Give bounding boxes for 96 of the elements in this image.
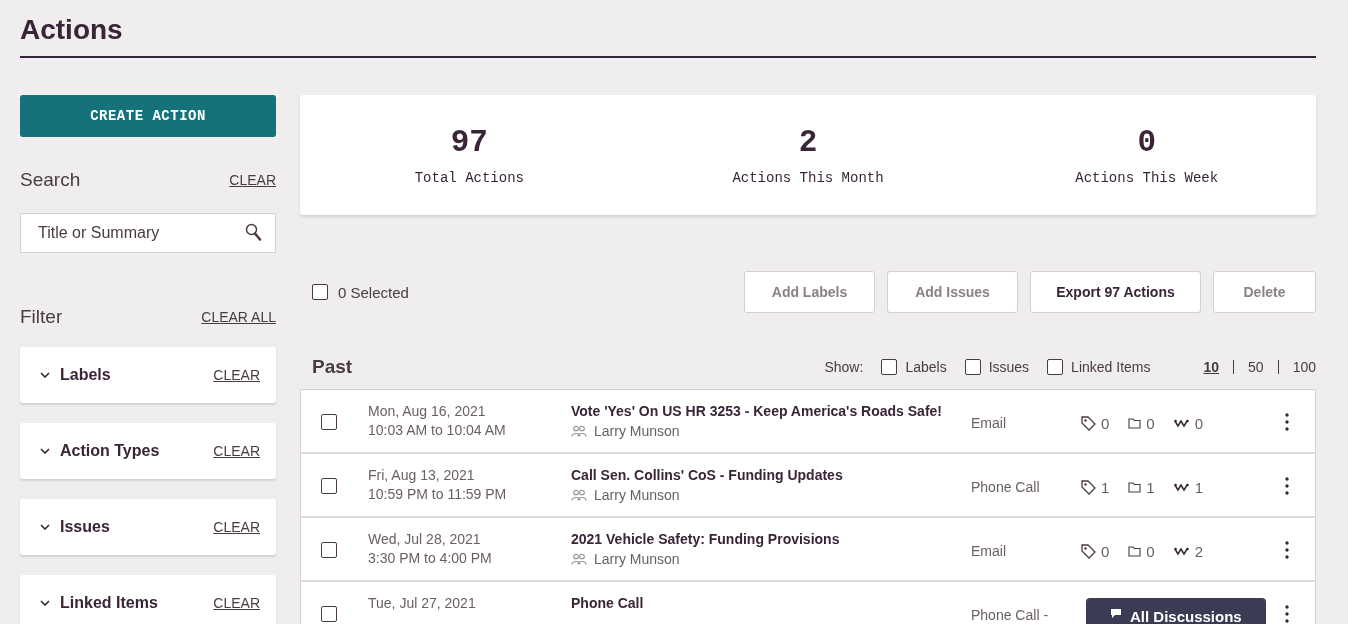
checkbox[interactable] xyxy=(321,542,337,558)
action-row[interactable]: Mon, Aug 16, 2021 10:03 AM to 10:04 AM Vote 'Yes' On US HR 3253 - Keep America's Roads Safe! Larry Munson Email 0 0 0 xyxy=(301,390,1315,454)
stat-value: 2 xyxy=(798,124,818,160)
filter-label: Labels xyxy=(60,366,112,384)
issue-count: 0 xyxy=(1146,543,1155,560)
checkbox[interactable] xyxy=(1047,359,1064,375)
action-date: Mon, Aug 16, 2021 xyxy=(368,403,487,419)
chevron-icon xyxy=(40,600,50,606)
action-type: Phone Call xyxy=(971,479,1041,495)
action-type: Email xyxy=(971,543,1007,559)
action-button[interactable]: Export 97 Actions xyxy=(1030,271,1201,313)
chevron-icon xyxy=(40,372,50,378)
page-title: Actions xyxy=(20,13,124,47)
action-title: Phone Call xyxy=(571,595,645,611)
all-discussions-button[interactable]: All Discussions xyxy=(1086,598,1266,624)
checkbox-label: Issues xyxy=(988,359,1030,375)
chat-icon xyxy=(1110,608,1122,619)
action-title: Call Sen. Collins' CoS - Funding Updates xyxy=(571,467,844,483)
tag-icon xyxy=(1081,416,1096,431)
filter-section[interactable]: Issues CLEAR xyxy=(20,499,276,555)
filter-label: Issues xyxy=(60,518,111,536)
more-options-icon[interactable] xyxy=(1285,605,1289,623)
owner-name: Larry Munson xyxy=(594,423,680,439)
stat-label: Actions This Week xyxy=(1075,169,1219,186)
action-date: Wed, Jul 28, 2021 xyxy=(368,531,482,547)
stat-label: Total Actions xyxy=(414,169,524,186)
action-title: 2021 Vehicle Safety: Funding Provisions xyxy=(571,531,841,547)
action-type: Email xyxy=(971,415,1007,431)
action-row[interactable]: Fri, Aug 13, 2021 10:59 PM to 11:59 PM Call Sen. Collins' CoS - Funding Updates Larry Munson Phone Call 1 1 1 xyxy=(301,454,1315,518)
filter-label: Linked Items xyxy=(60,594,159,612)
checkbox[interactable] xyxy=(321,606,337,622)
owner-name: Larry Munson xyxy=(594,551,680,567)
owner-name: Larry Munson xyxy=(594,487,680,503)
checkbox[interactable] xyxy=(321,414,337,430)
tag-icon xyxy=(1081,544,1096,559)
label-count: 0 xyxy=(1101,543,1110,560)
label-count: 0 xyxy=(1101,415,1110,432)
tag-icon xyxy=(1081,480,1096,495)
search-heading: Search xyxy=(20,169,81,191)
clear-link[interactable]: CLEAR xyxy=(213,443,260,459)
link-icon xyxy=(1173,418,1190,429)
checkbox[interactable] xyxy=(312,284,328,300)
folder-icon xyxy=(1128,482,1142,493)
link-icon xyxy=(1173,482,1190,493)
folder-icon xyxy=(1128,546,1142,557)
selected-count: 0 Selected xyxy=(338,283,409,301)
action-title: Vote 'Yes' On US HR 3253 - Keep America's Roads Safe! xyxy=(571,403,943,419)
action-time: 3:30 PM to 4:00 PM xyxy=(368,550,493,566)
people-icon xyxy=(571,489,587,501)
stat-value: 0 xyxy=(1137,124,1156,160)
action-date: Tue, Jul 27, 2021 xyxy=(368,595,477,611)
action-row[interactable]: Wed, Jul 28, 2021 3:30 PM to 4:00 PM 2021 Vehicle Safety: Funding Provisions Larry Munson Email 0 0 2 xyxy=(301,518,1315,582)
more-options-icon[interactable] xyxy=(1285,413,1289,431)
chevron-icon xyxy=(40,448,50,454)
show-label: Show: xyxy=(824,359,864,375)
action-date: Fri, Aug 13, 2021 xyxy=(368,467,476,483)
action-time: 10:59 PM to 11:59 PM xyxy=(368,486,508,502)
clear-all-link[interactable]: CLEAR ALL xyxy=(201,309,276,325)
stat-label: Actions This Month xyxy=(732,169,884,186)
filter-label: Action Types xyxy=(60,442,161,460)
more-options-icon[interactable] xyxy=(1285,541,1289,559)
search-field[interactable]: Title or Summary xyxy=(20,213,276,253)
link-count: 1 xyxy=(1194,479,1204,496)
people-icon xyxy=(571,553,587,565)
filter-heading: Filter xyxy=(20,306,63,328)
link-count: 2 xyxy=(1194,543,1204,560)
page-size-link[interactable]: 50 xyxy=(1248,359,1264,375)
label-count: 1 xyxy=(1101,479,1110,496)
page-size-link[interactable]: 10 xyxy=(1203,359,1220,375)
create-action-button[interactable]: CREATE ACTION xyxy=(20,95,276,137)
link-count: 0 xyxy=(1194,415,1204,432)
more-options-icon[interactable] xyxy=(1285,477,1289,495)
page-size-link[interactable]: 100 xyxy=(1292,359,1316,375)
chevron-icon xyxy=(40,524,50,530)
checkbox-label: Linked Items xyxy=(1071,359,1151,375)
clear-link[interactable]: CLEAR xyxy=(213,367,260,383)
filter-section[interactable]: Linked Items CLEAR xyxy=(20,575,276,624)
link-icon xyxy=(1173,546,1190,557)
checkbox[interactable] xyxy=(881,359,898,375)
filter-section[interactable]: Action Types CLEAR xyxy=(20,423,276,479)
filter-section[interactable]: Labels CLEAR xyxy=(20,347,276,403)
people-icon xyxy=(571,425,587,437)
stat-value: 97 xyxy=(450,124,488,160)
checkbox[interactable] xyxy=(321,478,337,494)
search-icon xyxy=(245,223,262,242)
issue-count: 1 xyxy=(1146,479,1155,496)
action-type: Phone Call - xyxy=(971,607,1050,623)
clear-link[interactable]: CLEAR xyxy=(213,519,260,535)
clear-link[interactable]: CLEAR xyxy=(229,172,276,188)
issue-count: 0 xyxy=(1146,415,1155,432)
clear-link[interactable]: CLEAR xyxy=(213,595,260,611)
action-time: 10:03 AM to 10:04 AM xyxy=(368,422,507,438)
checkbox[interactable] xyxy=(964,359,981,375)
section-title: Past xyxy=(312,356,353,378)
checkbox-label: Labels xyxy=(905,359,947,375)
folder-icon xyxy=(1128,418,1142,429)
